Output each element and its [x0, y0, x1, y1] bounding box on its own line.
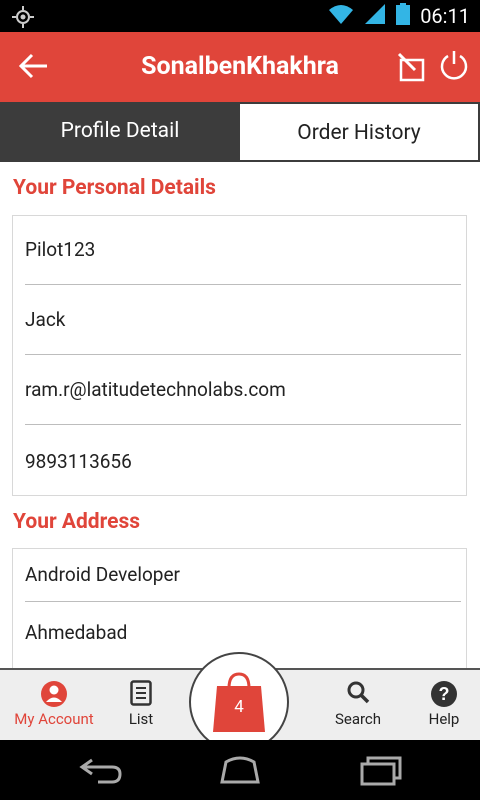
system-back-icon[interactable] [78, 752, 124, 792]
address-line1-field[interactable]: Android Developer [25, 563, 461, 586]
nav-search[interactable]: Search [318, 670, 398, 740]
svg-text:?: ? [439, 684, 450, 704]
nav-list[interactable]: List [108, 670, 174, 740]
system-nav-bar [0, 740, 480, 800]
cart-count-badge: 4 [234, 697, 244, 717]
help-icon: ? [430, 680, 458, 712]
search-icon [346, 680, 370, 708]
account-icon [40, 680, 68, 712]
tab-profile-detail[interactable]: Profile Detail [0, 102, 240, 162]
edit-icon[interactable] [397, 52, 427, 86]
cart-button[interactable]: 4 [189, 652, 289, 752]
tab-order-history[interactable]: Order History [240, 102, 480, 162]
address-card: Android Developer Ahmedabad [12, 548, 467, 668]
address-heading: Your Address [13, 510, 141, 534]
profile-content: Your Personal Details Pilot123 Jack ram.… [0, 162, 480, 668]
divider [25, 354, 461, 355]
nav-help-label: Help [428, 710, 460, 728]
battery-icon [396, 3, 411, 29]
personal-details-heading: Your Personal Details [13, 176, 216, 200]
divider [25, 284, 461, 285]
system-recents-icon[interactable] [358, 752, 404, 792]
clock: 06:11 [420, 4, 470, 28]
gps-icon [12, 6, 34, 32]
list-icon [130, 680, 152, 710]
email-field[interactable]: ram.r@latitudetechnolabs.com [25, 378, 461, 401]
app-bar: SonalbenKhakhra [0, 32, 480, 102]
name-field[interactable]: Jack [25, 308, 461, 331]
phone-field[interactable]: 9893113656 [25, 450, 461, 473]
signal-icon [364, 3, 386, 29]
nav-my-account[interactable]: My Account [0, 670, 108, 740]
username-field[interactable]: Pilot123 [25, 238, 461, 261]
nav-my-account-label: My Account [14, 710, 94, 728]
nav-search-label: Search [334, 710, 382, 728]
wifi-icon [328, 3, 354, 29]
power-icon[interactable] [438, 49, 470, 85]
nav-help[interactable]: ? Help [408, 670, 480, 740]
divider [25, 601, 461, 602]
nav-list-label: List [128, 710, 154, 728]
city-field[interactable]: Ahmedabad [25, 621, 461, 644]
personal-details-card: Pilot123 Jack ram.r@latitudetechnolabs.c… [12, 215, 467, 496]
tab-bar: Profile Detail Order History [0, 102, 480, 162]
status-bar: 06:11 [0, 0, 480, 32]
system-home-icon[interactable] [216, 752, 264, 792]
divider [25, 424, 461, 425]
